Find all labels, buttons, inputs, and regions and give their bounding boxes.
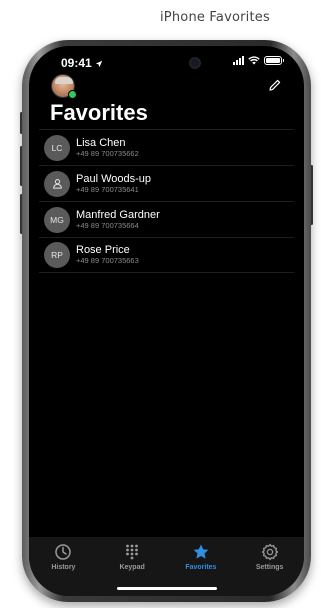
- tab-label: Settings: [255, 564, 284, 571]
- list-item[interactable]: MG Manfred Gardner +49 89 700735664: [39, 201, 294, 237]
- contact-avatar: RP: [44, 242, 70, 268]
- status-icons: [233, 56, 284, 65]
- tab-settings[interactable]: Settings: [235, 537, 304, 596]
- contact-phone: +49 89 700735664: [76, 220, 139, 230]
- contact-phone: +49 89 700735663: [76, 256, 139, 265]
- page-caption: iPhone Favorites: [160, 10, 270, 25]
- tab-history[interactable]: History: [29, 537, 98, 596]
- phone-screen: 09:41 Favorites LC Lisa Chen +49 89 7007…: [29, 46, 304, 596]
- clock-icon: [55, 544, 72, 560]
- gear-icon: [261, 543, 278, 561]
- contact-name: Rose Price: [76, 244, 130, 256]
- home-indicator[interactable]: [117, 587, 217, 590]
- contact-phone: +49 89 700735662: [76, 148, 139, 158]
- person-icon: [52, 179, 62, 189]
- star-icon: [193, 544, 209, 559]
- favorites-list: LC Lisa Chen +49 89 700735662 Paul Woods…: [39, 129, 294, 273]
- contact-name: Lisa Chen: [76, 136, 126, 149]
- contact-avatar: LC: [44, 134, 70, 161]
- tab-label: Keypad: [119, 564, 145, 571]
- battery-icon: [264, 56, 284, 65]
- signal-icon: [233, 56, 244, 65]
- contact-name: Manfred Gardner: [76, 208, 160, 221]
- front-camera: [189, 57, 201, 69]
- list-item[interactable]: RP Rose Price +49 89 700735663: [39, 237, 294, 273]
- presence-badge: [68, 90, 77, 99]
- location-arrow-icon: [95, 60, 103, 68]
- tab-label: Favorites: [185, 564, 217, 571]
- tab-label: History: [51, 564, 76, 571]
- status-time: 09:41: [61, 56, 103, 70]
- contact-avatar: [44, 170, 70, 197]
- contact-avatar: MG: [44, 206, 70, 233]
- contact-phone: +49 89 700735641: [76, 184, 139, 194]
- page-title: Favorites: [50, 100, 148, 125]
- list-item[interactable]: LC Lisa Chen +49 89 700735662: [39, 129, 294, 165]
- contact-name: Paul Woods-up: [76, 172, 152, 185]
- wifi-icon: [248, 56, 260, 65]
- list-item[interactable]: Paul Woods-up +49 89 700735641: [39, 165, 294, 201]
- pencil-icon[interactable]: [268, 78, 282, 92]
- keypad-icon: [126, 544, 139, 560]
